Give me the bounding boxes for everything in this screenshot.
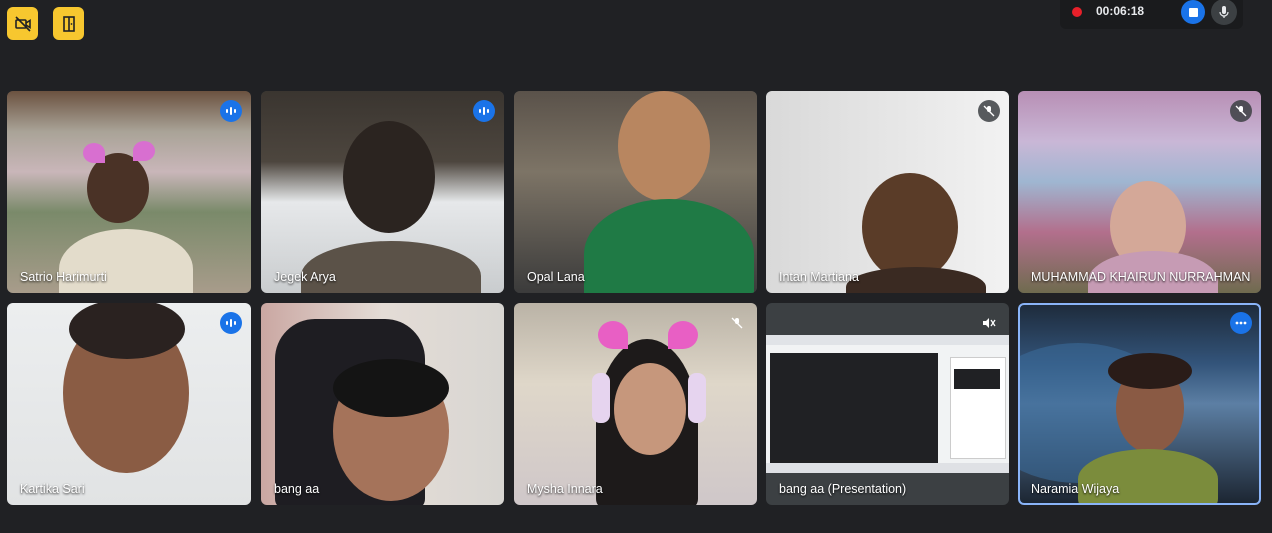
mic-muted-icon [726,312,748,334]
speaking-indicator-icon [473,100,495,122]
no-video-icon [14,15,31,32]
mic-icon [1219,6,1229,18]
participant-tile[interactable]: Kartika Sari [7,303,251,505]
video-off-button[interactable] [7,7,38,40]
leave-room-button[interactable] [53,7,84,40]
mic-muted-icon [1230,100,1252,122]
participant-tile-active[interactable]: Naramia Wijaya [1018,303,1261,505]
more-horizontal-icon [1235,321,1247,325]
recording-timer: 00:06:18 [1096,4,1145,18]
presentation-screen [766,335,1009,473]
door-exit-icon [62,15,75,32]
recording-panel: 00:06:18 [1060,0,1243,29]
more-options-button[interactable] [1230,312,1252,334]
participant-name: MUHAMMAD KHAIRUN NURRAHMAN [1031,270,1251,284]
stop-recording-button[interactable] [1181,0,1205,24]
participant-tile[interactable]: bang aa (Presentation) [766,303,1009,505]
microphone-button[interactable] [1211,0,1237,25]
participant-name: bang aa (Presentation) [779,482,907,496]
participant-name: Jegek Arya [274,270,336,284]
participant-tile[interactable]: Intan Martiana [766,91,1009,293]
participant-name: Satrio Harimurti [20,270,107,284]
audio-muted-icon [978,312,1000,334]
speaking-indicator-icon [220,100,242,122]
mic-muted-icon [978,100,1000,122]
participant-tile[interactable]: Opal Lana [514,91,757,293]
participant-tile[interactable]: Satrio Harimurti [7,91,251,293]
participant-tile[interactable]: bang aa [261,303,504,505]
participant-name: Kartika Sari [20,482,85,496]
speaking-indicator-icon [220,312,242,334]
participant-name: Mysha Innara [527,482,603,496]
participant-name: Naramia Wijaya [1031,482,1120,496]
participant-tile[interactable]: Mysha Innara [514,303,757,505]
recording-indicator-icon [1072,7,1082,17]
stop-icon [1188,7,1198,17]
participant-tile[interactable]: Jegek Arya [261,91,504,293]
participant-tile[interactable]: MUHAMMAD KHAIRUN NURRAHMAN [1018,91,1261,293]
participant-name: Opal Lana [527,270,585,284]
participant-name: bang aa [274,482,320,496]
participant-name: Intan Martiana [779,270,859,284]
